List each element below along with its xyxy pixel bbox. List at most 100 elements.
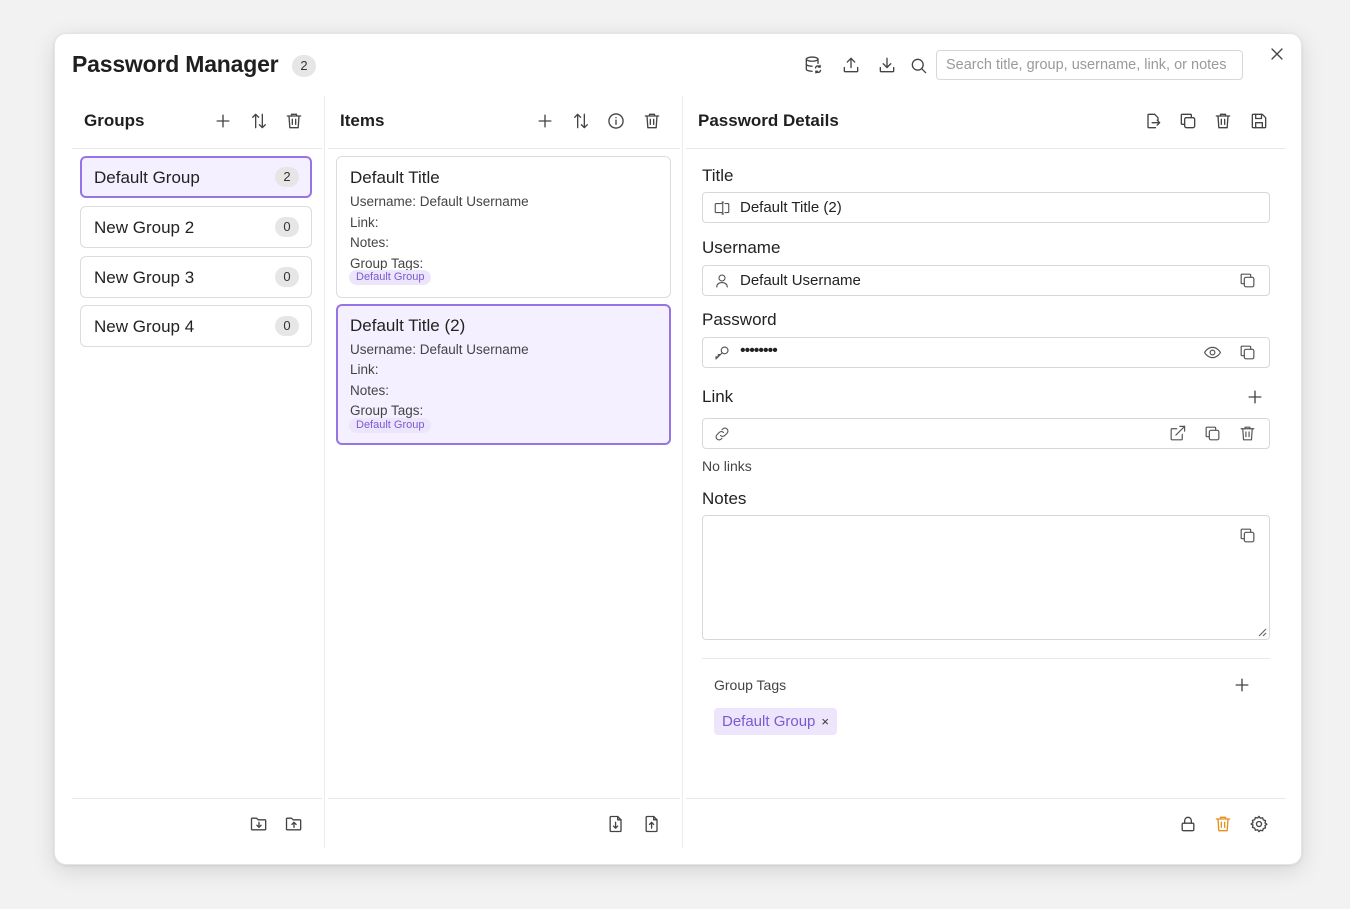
username-field[interactable]: Default Username [702, 265, 1270, 296]
copy-entry-button[interactable] [1177, 110, 1199, 132]
copy-icon [1205, 426, 1220, 441]
column-divider [324, 96, 325, 848]
key-icon [713, 344, 731, 362]
add-group-button[interactable] [212, 110, 234, 132]
password-value: •••••••• [740, 342, 778, 359]
copy-username-button[interactable] [1238, 271, 1258, 291]
group-count-badge: 0 [275, 217, 299, 237]
link-icon [713, 425, 731, 443]
details-title: Password Details [698, 111, 839, 130]
item-notes: Notes: [350, 235, 390, 250]
download-icon [879, 57, 895, 73]
add-item-button[interactable] [534, 110, 556, 132]
search-button[interactable] [908, 55, 930, 77]
item-group-tags-label: Group Tags: [350, 256, 424, 271]
upload-button[interactable] [840, 54, 862, 76]
link-field[interactable] [702, 418, 1270, 449]
resize-handle-icon[interactable] [1257, 627, 1267, 637]
item-info-button[interactable] [605, 110, 627, 132]
export-items-button[interactable] [641, 813, 663, 835]
close-button[interactable] [1266, 43, 1288, 65]
item-notes: Notes: [350, 383, 390, 398]
export-icon [1147, 113, 1161, 129]
item-count-badge: 2 [292, 55, 316, 77]
delete-entry-button[interactable] [1212, 110, 1234, 132]
sort-groups-button[interactable] [248, 110, 270, 132]
group-name: New Group 4 [94, 317, 195, 336]
database-sync-button[interactable] [802, 54, 824, 76]
group-item-new-group-4[interactable]: New Group 4 0 [80, 305, 312, 347]
export-entry-button[interactable] [1142, 110, 1164, 132]
group-item-new-group-3[interactable]: New Group 3 0 [80, 256, 312, 298]
item-card-default-title[interactable]: Default Title Username: Default Username… [336, 156, 671, 298]
items-title: Items [340, 111, 385, 130]
title-value: Default Title (2) [740, 199, 842, 216]
clear-all-button[interactable] [1212, 813, 1234, 835]
export-groups-button[interactable] [283, 813, 305, 835]
add-link-button[interactable] [1244, 386, 1266, 408]
upload-icon [843, 57, 859, 73]
trash-icon [1215, 113, 1231, 129]
copy-notes-button[interactable] [1238, 526, 1258, 546]
password-field[interactable]: •••••••• [702, 337, 1270, 368]
open-link-button[interactable] [1168, 424, 1188, 444]
group-name: Default Group [94, 168, 200, 187]
toggle-password-visibility-button[interactable] [1203, 343, 1223, 363]
info-icon [608, 113, 624, 129]
eye-icon [1203, 346, 1222, 359]
title-field[interactable]: Default Title (2) [702, 192, 1270, 223]
download-button[interactable] [876, 54, 898, 76]
plus-icon [1248, 390, 1262, 404]
no-links-text: No links [702, 458, 752, 474]
item-username: Username: Default Username [350, 342, 529, 357]
settings-button[interactable] [1248, 813, 1270, 835]
import-groups-button[interactable] [248, 813, 270, 835]
external-link-icon [1170, 425, 1186, 441]
title-label: Title [702, 166, 734, 185]
group-item-default[interactable]: Default Group 2 [80, 156, 312, 198]
folder-export-icon [285, 817, 302, 831]
group-name: New Group 2 [94, 218, 195, 237]
trash-icon [1240, 426, 1255, 441]
sort-icon [574, 113, 588, 129]
item-group-tags-label: Group Tags: [350, 403, 424, 418]
folder-import-icon [250, 817, 267, 831]
sort-items-button[interactable] [570, 110, 592, 132]
sort-icon [252, 113, 266, 129]
close-icon [1271, 48, 1283, 60]
remove-tag-button[interactable]: × [821, 714, 829, 729]
copy-icon [1240, 345, 1255, 360]
divider [328, 798, 680, 799]
group-item-new-group-2[interactable]: New Group 2 0 [80, 206, 312, 248]
password-manager-dialog: Password Manager 2 Groups Default Grou [54, 33, 1302, 865]
group-tag-chip: Default Group × [714, 708, 837, 735]
item-username: Username: Default Username [350, 194, 529, 209]
group-tags-label: Group Tags [714, 677, 787, 693]
notes-textarea[interactable] [702, 515, 1270, 640]
item-card-default-title-2[interactable]: Default Title (2) Username: Default User… [336, 304, 671, 445]
trash-icon [286, 113, 302, 129]
copy-icon [1180, 113, 1196, 129]
save-entry-button[interactable] [1248, 110, 1270, 132]
username-value: Default Username [740, 272, 861, 289]
trash-icon [1215, 816, 1231, 832]
delete-item-button[interactable] [641, 110, 663, 132]
item-link: Link: [350, 362, 379, 377]
divider [72, 148, 322, 149]
group-count-badge: 2 [275, 167, 299, 187]
divider [72, 798, 322, 799]
delete-link-button[interactable] [1238, 424, 1258, 444]
delete-group-button[interactable] [283, 110, 305, 132]
plus-icon [538, 114, 552, 128]
import-items-button[interactable] [605, 813, 627, 835]
column-divider [682, 96, 683, 848]
plus-icon [216, 114, 230, 128]
username-label: Username [702, 238, 781, 257]
search-input[interactable] [936, 50, 1243, 80]
copy-link-button[interactable] [1203, 424, 1223, 444]
lock-button[interactable] [1177, 813, 1199, 835]
item-group-tag: Default Group [349, 270, 432, 285]
add-group-tag-button[interactable] [1231, 674, 1253, 696]
copy-icon [1240, 528, 1255, 543]
copy-password-button[interactable] [1238, 343, 1258, 363]
